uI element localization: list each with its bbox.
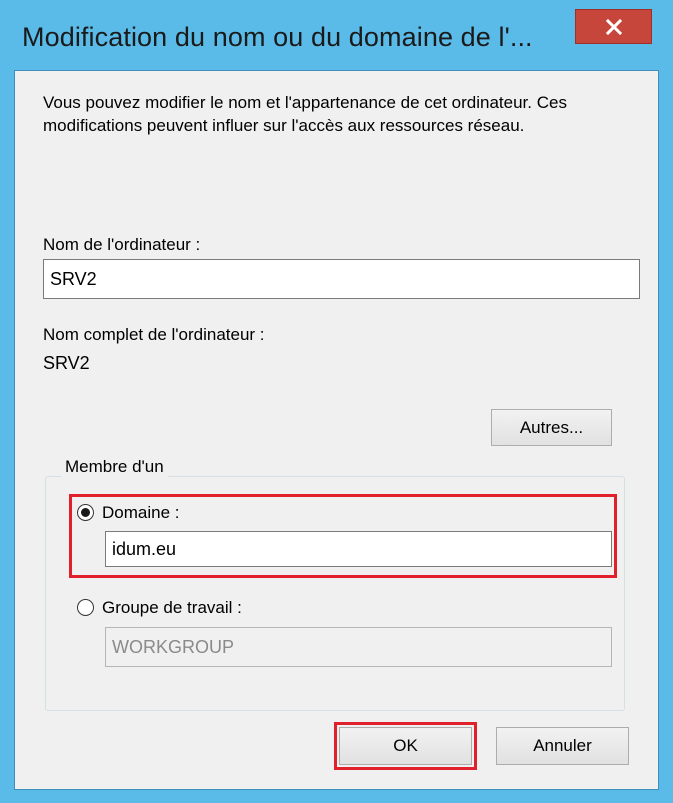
- member-of-legend: Membre d'un: [61, 455, 168, 478]
- computer-name-value: SRV2: [50, 268, 97, 289]
- full-name-value: SRV2: [43, 353, 90, 373]
- workgroup-value: WORKGROUP: [112, 636, 235, 657]
- intro-text: Vous pouvez modifier le nom et l'apparte…: [43, 93, 567, 135]
- computer-name-input[interactable]: SRV2: [43, 259, 640, 299]
- close-button[interactable]: [575, 9, 652, 44]
- domain-highlight-box: [69, 494, 617, 578]
- dialog-body: Vous pouvez modifier le nom et l'apparte…: [14, 70, 659, 790]
- close-icon: [606, 19, 622, 35]
- dialog-window: Modification du nom ou du domaine de l'.…: [0, 0, 673, 803]
- workgroup-label[interactable]: Groupe de travail :: [102, 596, 242, 619]
- computer-name-label: Nom de l'ordinateur :: [43, 235, 201, 254]
- workgroup-input: WORKGROUP: [105, 627, 612, 667]
- cancel-button[interactable]: Annuler: [496, 727, 629, 765]
- more-button[interactable]: Autres...: [491, 409, 612, 446]
- full-name-label: Nom complet de l'ordinateur :: [43, 325, 265, 344]
- ok-highlight-box: [334, 722, 477, 770]
- window-title: Modification du nom ou du domaine de l'.…: [22, 22, 533, 52]
- workgroup-radio[interactable]: [77, 599, 94, 616]
